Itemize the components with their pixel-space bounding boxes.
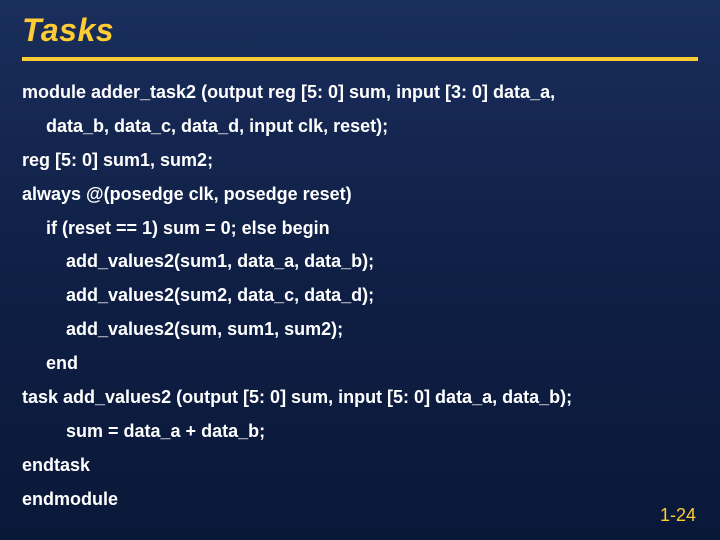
slide: Tasks module adder_task2 (output reg [5:… (0, 0, 720, 540)
code-line: add_values2(sum2, data_c, data_d); (22, 282, 698, 310)
code-block: module adder_task2 (output reg [5: 0] su… (22, 79, 698, 514)
code-line: sum = data_a + data_b; (22, 418, 698, 446)
code-line: if (reset == 1) sum = 0; else begin (22, 215, 698, 243)
code-line: add_values2(sum1, data_a, data_b); (22, 248, 698, 276)
code-line: end (22, 350, 698, 378)
code-line: add_values2(sum, sum1, sum2); (22, 316, 698, 344)
title-rule (22, 57, 698, 61)
code-line: endtask (22, 452, 698, 480)
code-line: data_b, data_c, data_d, input clk, reset… (22, 113, 698, 141)
code-line: reg [5: 0] sum1, sum2; (22, 147, 698, 175)
code-line: module adder_task2 (output reg [5: 0] su… (22, 79, 698, 107)
code-line: endmodule (22, 486, 698, 514)
page-number: 1-24 (660, 505, 696, 526)
code-line: always @(posedge clk, posedge reset) (22, 181, 698, 209)
slide-title: Tasks (22, 12, 698, 49)
code-line: task add_values2 (output [5: 0] sum, inp… (22, 384, 698, 412)
